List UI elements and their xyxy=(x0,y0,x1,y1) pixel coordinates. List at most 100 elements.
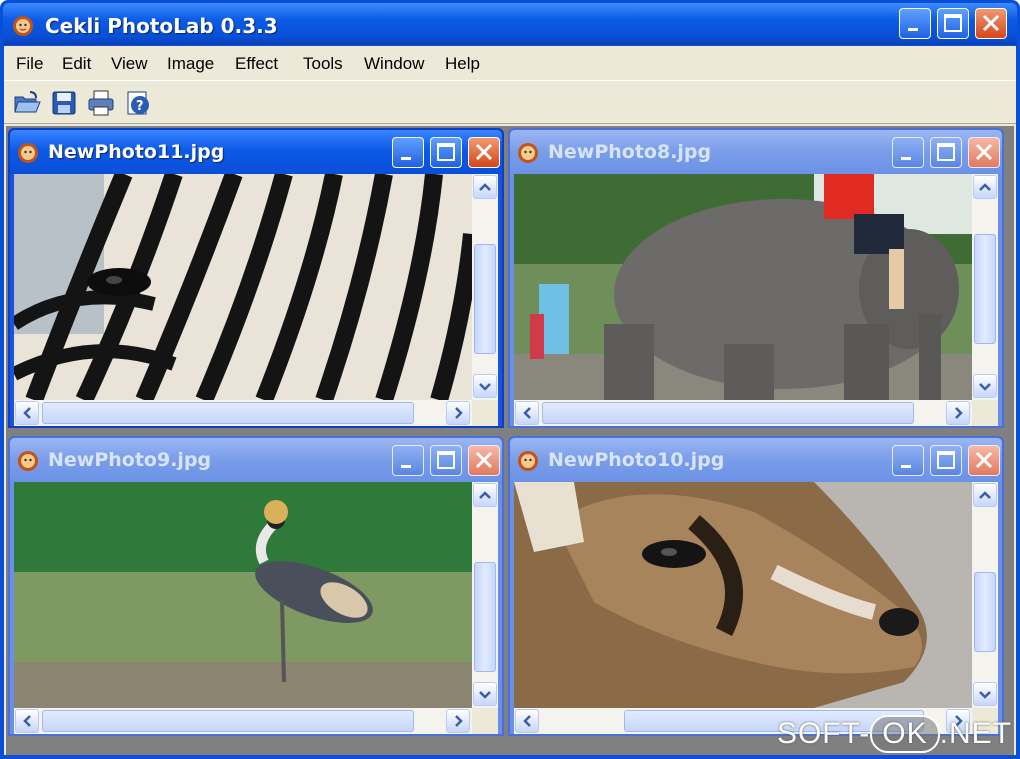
scroll-up-button[interactable] xyxy=(473,483,497,507)
chevron-up-icon xyxy=(979,183,991,191)
doc-close-button[interactable] xyxy=(468,445,500,476)
menu-bar: File Edit View Image Effect Tools Window… xyxy=(4,46,1016,80)
doc-minimize-button[interactable] xyxy=(392,137,424,168)
horizontal-scroll-thumb[interactable] xyxy=(42,402,414,424)
photo-zebra xyxy=(14,174,472,400)
vertical-scrollbar[interactable] xyxy=(972,174,998,400)
vertical-scroll-thumb[interactable] xyxy=(474,244,496,354)
horizontal-scrollbar[interactable] xyxy=(14,400,472,426)
close-button[interactable] xyxy=(975,8,1007,39)
app-title-bar[interactable]: Cekli PhotoLab 0.3.3 xyxy=(3,3,1017,45)
menu-tools[interactable]: Tools xyxy=(303,54,343,74)
vertical-scrollbar[interactable] xyxy=(472,482,498,708)
minimize-icon xyxy=(401,465,411,468)
chevron-left-icon xyxy=(523,715,531,727)
menu-window[interactable]: Window xyxy=(364,54,424,74)
chevron-left-icon xyxy=(523,407,531,419)
document-window-newphoto10[interactable]: NewPhoto10.jpg xyxy=(508,436,1004,736)
document-window-newphoto8[interactable]: NewPhoto8.jpg xyxy=(508,128,1004,428)
document-title-bar[interactable]: NewPhoto11.jpg xyxy=(10,130,502,174)
document-title-bar[interactable]: NewPhoto9.jpg xyxy=(10,438,502,482)
horizontal-scroll-thumb[interactable] xyxy=(542,402,914,424)
chevron-up-icon xyxy=(979,491,991,499)
photolab-face-icon xyxy=(18,143,38,163)
doc-minimize-button[interactable] xyxy=(892,137,924,168)
scroll-right-button[interactable] xyxy=(446,709,470,733)
menu-view[interactable]: View xyxy=(111,54,148,74)
minimize-icon xyxy=(901,465,911,468)
vertical-scroll-thumb[interactable] xyxy=(974,234,996,344)
doc-maximize-button[interactable] xyxy=(930,137,962,168)
vertical-scrollbar[interactable] xyxy=(472,174,498,400)
watermark-part1: SOFT- xyxy=(776,717,871,750)
doc-close-button[interactable] xyxy=(968,137,1000,168)
open-folder-icon[interactable] xyxy=(12,88,42,118)
svg-text:?: ? xyxy=(136,99,144,114)
scroll-left-button[interactable] xyxy=(15,709,39,733)
minimize-button[interactable] xyxy=(899,8,931,39)
menu-edit[interactable]: Edit xyxy=(62,54,91,74)
document-title-bar[interactable]: NewPhoto8.jpg xyxy=(510,130,1002,174)
scroll-up-button[interactable] xyxy=(973,483,997,507)
photolab-face-icon xyxy=(13,16,33,36)
vertical-scroll-thumb[interactable] xyxy=(974,572,996,652)
menu-help[interactable]: Help xyxy=(445,54,480,74)
app-title: Cekli PhotoLab 0.3.3 xyxy=(45,14,278,38)
menu-image[interactable]: Image xyxy=(167,54,214,74)
print-icon[interactable] xyxy=(86,88,116,118)
size-grip[interactable] xyxy=(972,400,998,426)
toolbar: ? xyxy=(4,80,1016,124)
maximize-icon xyxy=(937,451,955,469)
document-title: NewPhoto9.jpg xyxy=(48,449,212,471)
doc-maximize-button[interactable] xyxy=(430,445,462,476)
help-icon[interactable]: ? xyxy=(123,88,153,118)
vertical-scroll-thumb[interactable] xyxy=(474,562,496,672)
chevron-up-icon xyxy=(479,183,491,191)
save-disk-icon[interactable] xyxy=(49,88,79,118)
scroll-down-button[interactable] xyxy=(473,682,497,706)
scroll-down-button[interactable] xyxy=(973,374,997,398)
close-icon xyxy=(982,14,1000,32)
photo-antelope xyxy=(514,482,972,708)
document-title: NewPhoto11.jpg xyxy=(48,141,225,163)
close-icon xyxy=(975,451,993,469)
menu-effect[interactable]: Effect xyxy=(235,54,278,74)
document-title: NewPhoto10.jpg xyxy=(548,449,725,471)
scroll-left-button[interactable] xyxy=(515,401,539,425)
menu-file[interactable]: File xyxy=(16,54,43,74)
vertical-scrollbar[interactable] xyxy=(972,482,998,708)
close-icon xyxy=(975,143,993,161)
chevron-up-icon xyxy=(479,491,491,499)
scroll-right-button[interactable] xyxy=(946,401,970,425)
scroll-down-button[interactable] xyxy=(973,682,997,706)
horizontal-scrollbar[interactable] xyxy=(14,708,472,734)
close-icon xyxy=(475,143,493,161)
doc-minimize-button[interactable] xyxy=(892,445,924,476)
minimize-icon xyxy=(908,28,918,31)
document-window-newphoto9[interactable]: NewPhoto9.jpg xyxy=(8,436,504,736)
scroll-up-button[interactable] xyxy=(473,175,497,199)
size-grip[interactable] xyxy=(472,400,498,426)
mdi-workspace: NewPhoto11.jpg NewPhoto8.jpg NewPhoto9.j… xyxy=(6,126,1014,755)
chevron-right-icon xyxy=(955,407,963,419)
horizontal-scroll-thumb[interactable] xyxy=(42,710,414,732)
size-grip[interactable] xyxy=(472,708,498,734)
scroll-right-button[interactable] xyxy=(446,401,470,425)
photolab-face-icon xyxy=(518,143,538,163)
app-client: File Edit View Image Effect Tools Window… xyxy=(4,46,1016,755)
document-window-newphoto11[interactable]: NewPhoto11.jpg xyxy=(8,128,504,428)
scroll-left-button[interactable] xyxy=(515,709,539,733)
document-title-bar[interactable]: NewPhoto10.jpg xyxy=(510,438,1002,482)
watermark-part3: .NET xyxy=(939,717,1012,750)
maximize-icon xyxy=(937,143,955,161)
scroll-left-button[interactable] xyxy=(15,401,39,425)
doc-close-button[interactable] xyxy=(468,137,500,168)
maximize-button[interactable] xyxy=(937,8,969,39)
doc-maximize-button[interactable] xyxy=(930,445,962,476)
scroll-down-button[interactable] xyxy=(473,374,497,398)
doc-close-button[interactable] xyxy=(968,445,1000,476)
scroll-up-button[interactable] xyxy=(973,175,997,199)
doc-maximize-button[interactable] xyxy=(430,137,462,168)
doc-minimize-button[interactable] xyxy=(392,445,424,476)
horizontal-scrollbar[interactable] xyxy=(514,400,972,426)
